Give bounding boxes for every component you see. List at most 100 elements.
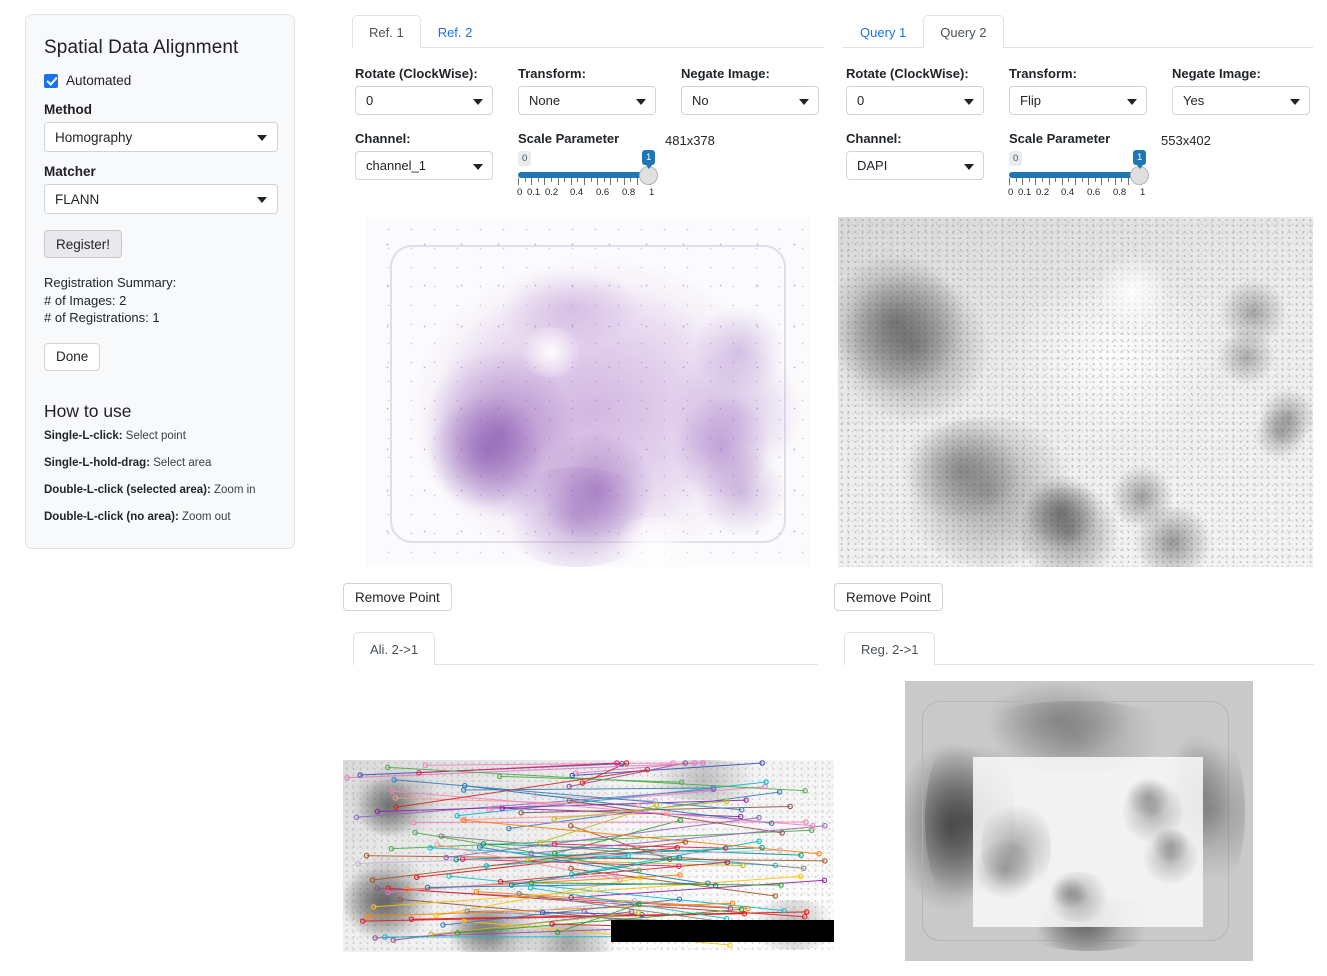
alignment-result-tabbar: Ali. 2->1 xyxy=(353,629,818,665)
app-root: Spatial Data Alignment Automated Method … xyxy=(0,0,1327,976)
ref-transform-value: None xyxy=(529,93,561,108)
gland-structure xyxy=(1258,387,1313,447)
howto-item: Single-L-hold-drag: Select area xyxy=(44,457,276,469)
query-transform-select[interactable]: Flip xyxy=(1009,86,1147,115)
query-remove-point-button[interactable]: Remove Point xyxy=(834,583,943,611)
howto-item-key: Double-L-click (no area): xyxy=(44,510,179,523)
alignment-match-view[interactable] xyxy=(343,760,834,952)
ref-rotate-value: 0 xyxy=(366,93,374,108)
registration-overlay-view[interactable] xyxy=(905,681,1253,961)
ref-channel-group: Channel: channel_1 xyxy=(355,131,493,180)
howto-item-key: Single-L-click: xyxy=(44,429,123,442)
bright-region xyxy=(1093,257,1173,327)
overlay-region xyxy=(1143,827,1198,887)
query-negate-label: Negate Image: xyxy=(1172,66,1261,81)
reference-tabbar: Ref. 1 Ref. 2 xyxy=(352,12,824,48)
howto-item-value: Select area xyxy=(150,456,212,469)
ref-negate-value: No xyxy=(692,93,709,108)
query-transform-value: Flip xyxy=(1020,93,1041,108)
chevron-down-icon xyxy=(1290,98,1300,105)
howto-item: Single-L-click: Select point xyxy=(44,430,276,442)
method-select[interactable]: Homography xyxy=(44,122,278,152)
query-rotate-value: 0 xyxy=(857,93,865,108)
howto-item: Double-L-click (no area): Zoom out xyxy=(44,511,276,523)
sidebar-panel: Spatial Data Alignment Automated Method … xyxy=(25,14,295,549)
done-button[interactable]: Done xyxy=(44,342,101,371)
ref-rotate-group: Rotate (ClockWise): 0 xyxy=(355,66,493,115)
query-rotate-group: Rotate (ClockWise): 0 xyxy=(846,66,984,115)
query-tabbar: Query 1 Query 2 xyxy=(843,12,1313,48)
checkbox-checked-icon[interactable] xyxy=(44,73,58,88)
ref-rotate-label: Rotate (ClockWise): xyxy=(355,66,478,81)
ref-scale-slider[interactable]: 0 1 0 0.1 0.2 0.4 0.6 0.8 1 xyxy=(517,150,658,203)
chevron-down-icon xyxy=(473,98,483,105)
registration-result-tabbar: Reg. 2->1 xyxy=(844,629,1314,665)
query-scale-label: Scale Parameter xyxy=(1009,131,1111,146)
ref-negate-select[interactable]: No xyxy=(681,86,819,115)
automated-checkbox-row[interactable]: Automated xyxy=(44,73,276,88)
query-scale-min-badge: 0 xyxy=(1009,151,1023,166)
method-label: Method xyxy=(44,102,92,117)
automated-label: Automated xyxy=(66,73,132,88)
tab-query-1[interactable]: Query 1 xyxy=(843,15,923,48)
query-transform-group: Transform: Flip xyxy=(1009,66,1147,115)
tick-label: 0 xyxy=(517,187,523,198)
tab-alignment-result[interactable]: Ali. 2->1 xyxy=(353,632,436,665)
overlay-region xyxy=(981,797,1051,897)
tick-label: 0.6 xyxy=(596,187,610,198)
tab-query-2[interactable]: Query 2 xyxy=(923,15,1004,48)
registered-image-overlay xyxy=(973,757,1203,927)
howto-item: Double-L-click (selected area): Zoom in xyxy=(44,484,276,496)
chevron-down-icon xyxy=(257,197,267,203)
howto-item-key: Double-L-click (selected area): xyxy=(44,483,211,496)
query-image-view[interactable] xyxy=(838,217,1313,567)
tick-label: 0.8 xyxy=(622,187,636,198)
chevron-down-icon xyxy=(473,163,483,170)
registration-summary: Registration Summary: # of Images: 2 # o… xyxy=(44,274,276,327)
tick-label: 0.2 xyxy=(545,187,559,198)
register-button[interactable]: Register! xyxy=(44,230,123,258)
query-channel-select[interactable]: DAPI xyxy=(846,151,984,180)
tissue-void xyxy=(516,327,586,377)
chevron-down-icon xyxy=(964,163,974,170)
tissue-region xyxy=(696,447,786,537)
tick-label: 0.1 xyxy=(527,187,541,198)
query-scale-slider[interactable]: 0 1 0 0.1 0.2 0.4 0.6 0.8 1 xyxy=(1008,150,1149,203)
ref-transform-label: Transform: xyxy=(518,66,586,81)
chevron-down-icon xyxy=(1127,98,1137,105)
matcher-select[interactable]: FLANN xyxy=(44,184,278,214)
chevron-down-icon xyxy=(799,98,809,105)
ref-remove-point-button[interactable]: Remove Point xyxy=(343,583,452,611)
ref-channel-select[interactable]: channel_1 xyxy=(355,151,493,180)
query-scale-group: Scale Parameter 0 1 0 0.1 0.2 0.4 0.6 0.… xyxy=(1008,131,1149,203)
matcher-select-value: FLANN xyxy=(55,191,100,207)
reference-image-view[interactable] xyxy=(366,217,810,567)
query-image-dimensions: 553x402 xyxy=(1161,133,1211,148)
tab-ref-1[interactable]: Ref. 1 xyxy=(352,15,421,48)
tick-label: 0.6 xyxy=(1087,187,1101,198)
ref-scale-label: Scale Parameter xyxy=(518,131,620,146)
tab-ref-2[interactable]: Ref. 2 xyxy=(421,15,490,48)
ref-transform-select[interactable]: None xyxy=(518,86,656,115)
matcher-label: Matcher xyxy=(44,164,96,179)
query-transform-label: Transform: xyxy=(1009,66,1077,81)
query-channel-group: Channel: DAPI xyxy=(846,131,984,180)
query-rotate-select[interactable]: 0 xyxy=(846,86,984,115)
query-scale-value-badge: 1 xyxy=(1133,150,1147,169)
tick-label: 0.4 xyxy=(570,187,584,198)
page-title: Spatial Data Alignment xyxy=(44,37,239,58)
chevron-down-icon xyxy=(964,98,974,105)
ref-negate-group: Negate Image: No xyxy=(681,66,819,115)
ref-rotate-select[interactable]: 0 xyxy=(355,86,493,115)
overlay-region xyxy=(1043,872,1113,922)
ref-image-dimensions: 481x378 xyxy=(665,133,715,148)
query-channel-label: Channel: xyxy=(846,131,902,146)
query-slider-tick-labels: 0 0.1 0.2 0.4 0.6 0.8 1 xyxy=(1003,187,1149,201)
tissue-region xyxy=(838,267,988,427)
query-negate-select[interactable]: Yes xyxy=(1172,86,1310,115)
tab-registration-result[interactable]: Reg. 2->1 xyxy=(844,632,936,665)
query-slider-ticks xyxy=(1009,178,1142,186)
summary-registrations-count: # of Registrations: 1 xyxy=(44,310,160,325)
summary-images-count: # of Images: 2 xyxy=(44,292,127,308)
howto-item-value: Select point xyxy=(122,429,186,442)
